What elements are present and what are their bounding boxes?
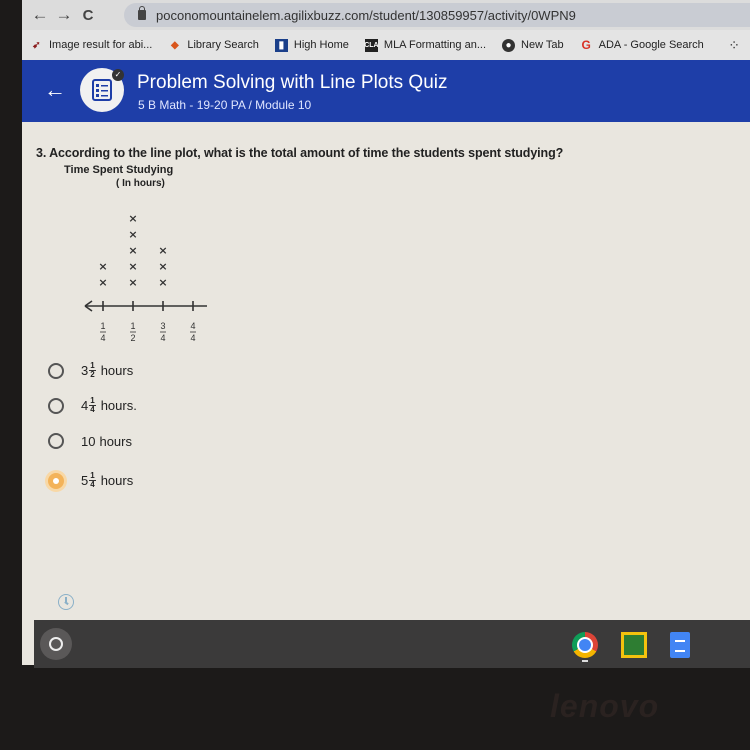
x-mark: × (128, 212, 137, 225)
google-classroom-icon[interactable] (621, 632, 647, 658)
option-b[interactable]: 4 14 hours. (48, 397, 248, 414)
x-mark: × (128, 260, 137, 273)
tick-label-numerator: 3 (160, 321, 165, 331)
bookmark-new-tab[interactable]: ● New Tab (502, 38, 564, 52)
address-bar[interactable]: poconomountainelem.agilixbuzz.com/studen… (124, 3, 750, 27)
radio-option-c[interactable] (48, 433, 64, 449)
tick-label-denominator: 4 (190, 333, 195, 343)
x-mark: × (158, 276, 167, 289)
page-title: Problem Solving with Line Plots Quiz (137, 72, 448, 93)
bookmark-ada-google[interactable]: G ADA - Google Search (580, 38, 703, 52)
radio-option-d-selected[interactable] (48, 472, 64, 489)
fraction: 14 (89, 471, 96, 489)
google-icon: G (581, 38, 591, 52)
x-mark: × (98, 276, 107, 289)
fraction: 14 (89, 396, 96, 414)
line-plot: 1 4 × × 1 2 × × × × × 3 4 × × × 4 4 (84, 212, 207, 343)
reload-button[interactable]: C (76, 7, 100, 24)
x-mark: × (158, 260, 167, 273)
running-indicator (582, 660, 588, 662)
header-back-button[interactable]: ← (44, 77, 66, 103)
bookmark-image-result[interactable]: ➹ Image result for abi... (30, 39, 152, 52)
launcher-button[interactable] (40, 628, 72, 660)
option-c[interactable]: 10 hours (48, 433, 248, 449)
screen: ← → C poconomountainelem.agilixbuzz.com/… (22, 0, 750, 665)
diamond-icon: ◆ (170, 39, 179, 51)
tick-label-denominator: 4 (160, 333, 165, 343)
browser-toolbar: ← → C poconomountainelem.agilixbuzz.com/… (22, 0, 750, 30)
question-text: 3. According to the line plot, what is t… (36, 146, 564, 160)
completed-check-icon: ✓ (112, 69, 124, 81)
fraction: 12 (89, 361, 96, 379)
chromeos-shelf (34, 620, 750, 668)
radio-option-a[interactable] (48, 362, 64, 379)
x-mark: × (128, 244, 137, 257)
lock-icon (138, 6, 146, 20)
tick-label-numerator: 4 (190, 321, 195, 331)
building-icon: ▮ (274, 38, 288, 52)
plot-title: Time Spent Studying (64, 164, 174, 176)
x-mark: × (128, 228, 137, 241)
url-text[interactable]: poconomountainelem.agilixbuzz.com/studen… (156, 8, 576, 23)
back-button[interactable]: ← (28, 5, 52, 25)
bookmarks-bar: ➹ Image result for abi... ◆ Library Sear… (22, 30, 750, 60)
tick-label-denominator: 2 (130, 333, 135, 343)
google-docs-icon[interactable] (670, 632, 690, 658)
bookmark-library-search[interactable]: ◆ Library Search (168, 39, 259, 52)
x-mark: × (128, 276, 137, 289)
x-mark: × (158, 244, 167, 257)
bookmark-high-home[interactable]: ▮ High Home (274, 38, 349, 52)
plot-subtitle: ( In hours) (116, 178, 165, 189)
app-header: ← ✓ Problem Solving with Line Plots Quiz… (22, 60, 750, 122)
tick-label-numerator: 1 (130, 321, 135, 331)
clock-icon[interactable] (58, 594, 74, 610)
globe-icon: ● (502, 38, 516, 52)
forward-button[interactable]: → (52, 5, 76, 25)
radio-option-b[interactable] (48, 397, 64, 414)
x-mark: × (98, 260, 107, 273)
option-d[interactable]: 5 14 hours (48, 472, 248, 489)
bookmark-mla-formatting[interactable]: CLA MLA Formatting an... (364, 38, 486, 52)
arrow-bookmark-icon: ➹ (32, 39, 41, 51)
tick-label-denominator: 4 (100, 333, 105, 343)
lenovo-logo: lenovo (550, 688, 660, 724)
chrome-icon[interactable] (572, 632, 598, 658)
option-a[interactable]: 3 12 hours (48, 362, 248, 379)
extensions-icon[interactable]: ⁘ (728, 37, 740, 54)
cla-icon: CLA (364, 38, 379, 52)
breadcrumb: 5 B Math - 19-20 PA / Module 10 (138, 98, 312, 112)
tick-label-numerator: 1 (100, 321, 105, 331)
